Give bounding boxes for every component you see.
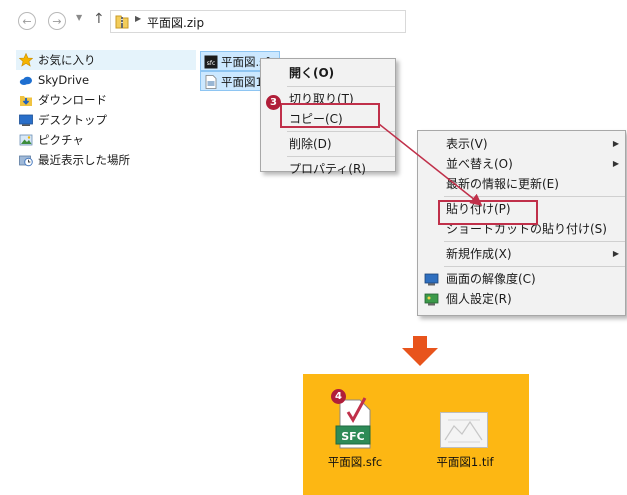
history-dropdown-icon[interactable]: ▼ bbox=[76, 13, 82, 22]
sfc-file-icon: sfc bbox=[204, 55, 218, 69]
paste-highlight-box bbox=[438, 200, 538, 225]
path-separator-icon: ▶ bbox=[135, 14, 142, 23]
menu-separator bbox=[444, 266, 625, 267]
forward-button[interactable]: → bbox=[48, 12, 66, 30]
sidebar-item-label: お気に入り bbox=[38, 53, 96, 67]
menu-item-open[interactable]: 開く(O) bbox=[261, 62, 395, 84]
down-arrow-icon bbox=[402, 336, 438, 366]
up-arrow-icon[interactable]: ↑ bbox=[93, 11, 105, 27]
desktop-file-label: 平面図1.tif bbox=[436, 455, 494, 469]
sidebar-item-skydrive[interactable]: SkyDrive bbox=[16, 70, 196, 90]
sidebar-item-pictures[interactable]: ピクチャ bbox=[16, 130, 196, 150]
desktop-result-panel: SFC 4 平面図.sfc 平面図1.tif bbox=[303, 374, 529, 495]
menu-separator bbox=[287, 86, 395, 87]
menu-item-sort[interactable]: 並べ替え(O) ▶ bbox=[418, 154, 625, 174]
star-icon bbox=[19, 53, 33, 67]
navigation-pane: お気に入り SkyDrive ダウンロード デスクトップ ピクチャ 最近表示した… bbox=[16, 50, 196, 170]
menu-item-refresh[interactable]: 最新の情報に更新(E) bbox=[418, 174, 625, 194]
sidebar-item-downloads[interactable]: ダウンロード bbox=[16, 90, 196, 110]
pictures-icon bbox=[19, 134, 33, 146]
sidebar-item-favorites[interactable]: お気に入り bbox=[16, 50, 196, 70]
menu-separator bbox=[287, 131, 395, 132]
zip-folder-icon bbox=[115, 15, 129, 29]
sidebar-item-label: デスクトップ bbox=[38, 113, 107, 127]
download-folder-icon bbox=[20, 96, 32, 106]
sidebar-item-label: 最近表示した場所 bbox=[38, 153, 130, 167]
explorer-nav-bar: ← → ▼ ↑ ▶ 平面図.zip bbox=[0, 10, 410, 34]
submenu-arrow-icon: ▶ bbox=[612, 249, 619, 258]
back-button[interactable]: ← bbox=[18, 12, 36, 30]
menu-item-label: 並べ替え(O) bbox=[446, 157, 513, 171]
step-4-badge: 4 bbox=[331, 389, 346, 404]
menu-item-label: 新規作成(X) bbox=[446, 247, 512, 261]
menu-item-label: 表示(V) bbox=[446, 137, 488, 151]
sidebar-item-recent-places[interactable]: 最近表示した場所 bbox=[16, 150, 196, 170]
svg-text:sfc: sfc bbox=[207, 60, 216, 67]
menu-item-properties[interactable]: プロパティ(R) bbox=[261, 159, 395, 179]
menu-item-label: 画面の解像度(C) bbox=[446, 272, 536, 286]
menu-separator bbox=[444, 241, 625, 242]
sidebar-item-label: ピクチャ bbox=[38, 133, 84, 147]
sfc-icon-text: SFC bbox=[341, 430, 365, 443]
menu-item-label: 個人設定(R) bbox=[446, 292, 512, 306]
menu-separator bbox=[444, 196, 625, 197]
menu-separator bbox=[287, 156, 395, 157]
desktop-icon bbox=[19, 114, 33, 126]
file-item-tif[interactable]: 平面図1.tif bbox=[200, 71, 268, 91]
desktop-file-label: 平面図.sfc bbox=[327, 455, 383, 469]
sidebar-item-desktop[interactable]: デスクトップ bbox=[16, 110, 196, 130]
address-path: 平面図.zip bbox=[147, 16, 205, 30]
cloud-icon bbox=[19, 76, 32, 85]
menu-item-personalize[interactable]: 個人設定(R) bbox=[418, 289, 625, 309]
submenu-arrow-icon: ▶ bbox=[612, 159, 619, 168]
menu-item-new[interactable]: 新規作成(X) ▶ bbox=[418, 244, 625, 264]
personalize-icon bbox=[424, 293, 439, 306]
submenu-arrow-icon: ▶ bbox=[612, 139, 619, 148]
copy-highlight-box bbox=[280, 103, 380, 128]
recent-places-icon bbox=[19, 155, 33, 167]
menu-item-view[interactable]: 表示(V) ▶ bbox=[418, 134, 625, 154]
tif-desktop-icon[interactable] bbox=[440, 412, 488, 448]
monitor-icon bbox=[424, 273, 439, 286]
sidebar-item-label: ダウンロード bbox=[38, 93, 107, 107]
tif-file-icon bbox=[205, 75, 217, 89]
menu-item-delete[interactable]: 削除(D) bbox=[261, 134, 395, 154]
sidebar-item-label: SkyDrive bbox=[38, 73, 90, 87]
address-bar[interactable]: ▶ 平面図.zip bbox=[110, 10, 406, 33]
menu-item-screen-resolution[interactable]: 画面の解像度(C) bbox=[418, 269, 625, 289]
step-3-badge: 3 bbox=[266, 95, 281, 110]
